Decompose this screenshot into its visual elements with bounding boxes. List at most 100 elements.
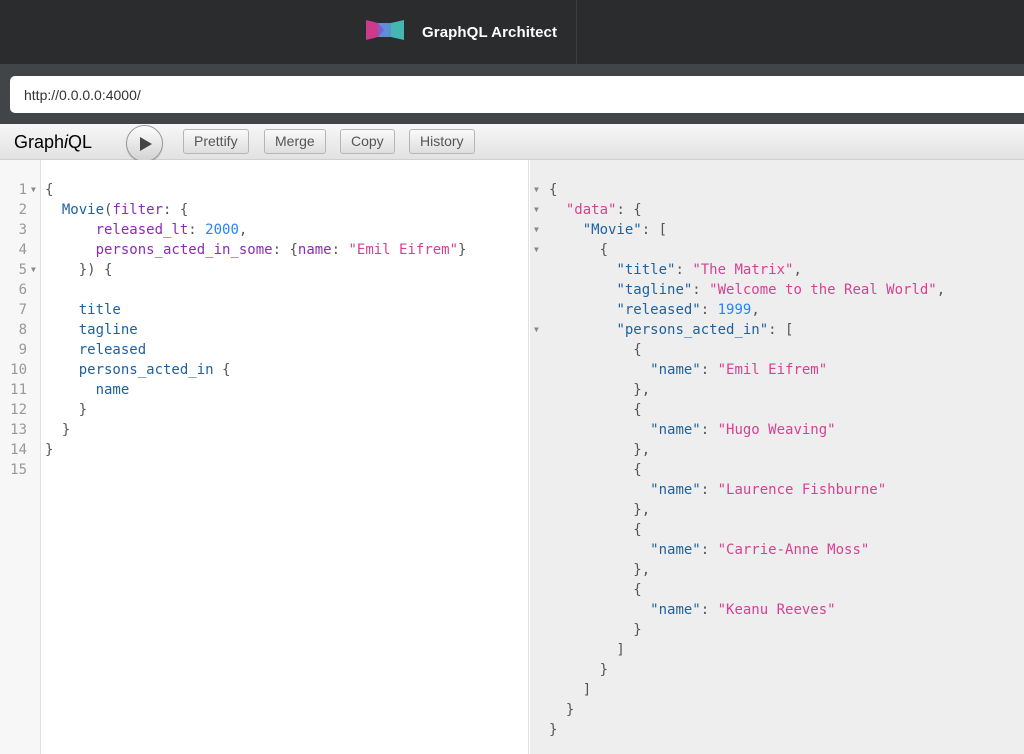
query-line: name: [45, 380, 130, 400]
url-bar: [0, 64, 1024, 124]
code-token: "name": [650, 602, 701, 618]
code-token: "released": [616, 302, 701, 318]
fold-arrow-icon[interactable]: ▼: [31, 260, 36, 280]
result-line: "name": "Emil Eifrem": [549, 360, 827, 380]
line-number: 13: [10, 422, 27, 438]
execute-query-button[interactable]: [126, 125, 163, 162]
code-token: :: [700, 602, 718, 618]
result-line: }: [549, 660, 608, 680]
result-viewer: ▼ ▼ ▼ ▼ ▼{ "data": { "Movie": [ { "title": "…: [530, 160, 1024, 754]
code-token: {: [549, 462, 642, 478]
code-token: persons_acted_in: [78, 362, 214, 378]
code-token: : {: [163, 202, 189, 218]
code-token: ,: [751, 302, 760, 318]
code-token: }: [549, 662, 609, 678]
query-editor[interactable]: 1 2 3 4 5 6 7 8 9 10 11 12 13 14 15 ▼ ▼ { Movie(filter: …: [0, 160, 529, 754]
code-token: "The Matrix": [692, 262, 794, 278]
header-divider: [576, 0, 577, 64]
query-line: tagline: [45, 320, 138, 340]
code-token: :: [700, 542, 718, 558]
code-token: filter: [112, 202, 164, 218]
code-token: }: [45, 442, 54, 458]
line-number: 5: [18, 262, 27, 278]
line-number: 8: [18, 322, 27, 338]
result-line: {: [549, 580, 641, 600]
code-token: ]: [549, 642, 625, 658]
result-line: "persons_acted_in": [: [549, 320, 793, 340]
query-line: }: [45, 440, 53, 460]
code-token: ,: [793, 262, 802, 278]
code-token: },: [549, 562, 651, 578]
code-token: "Welcome to the Real World": [709, 282, 937, 298]
line-number: 15: [10, 462, 27, 478]
merge-button[interactable]: Merge: [264, 129, 326, 154]
code-token: :: [700, 422, 718, 438]
fold-arrow-icon[interactable]: ▼: [534, 220, 539, 240]
code-token: {: [45, 182, 54, 198]
fold-arrow-icon[interactable]: ▼: [534, 240, 539, 260]
code-token: }: [458, 242, 467, 258]
result-line: "name": "Laurence Fishburne": [549, 480, 886, 500]
code-token: "Hugo Weaving": [717, 422, 836, 438]
code-token: "Emil Eifrem": [348, 242, 459, 258]
code-token: },: [549, 382, 651, 398]
query-line: title: [45, 300, 121, 320]
fold-arrow-icon[interactable]: ▼: [534, 180, 539, 200]
result-line: {: [549, 180, 557, 200]
line-number: 11: [10, 382, 27, 398]
code-token: "data": [565, 202, 617, 218]
line-number: 9: [18, 342, 27, 358]
result-line: }: [549, 700, 574, 720]
code-token: "title": [616, 262, 676, 278]
graphiql-toolbar: GraphiQL Prettify Merge Copy History: [0, 124, 1024, 162]
line-number: 2: [18, 202, 27, 218]
play-icon: [140, 137, 152, 151]
code-token: "Carrie-Anne Moss": [717, 542, 870, 558]
result-line: {: [549, 460, 642, 480]
result-line: {: [549, 520, 642, 540]
code-token: name: [297, 242, 332, 258]
line-number: 12: [10, 402, 27, 418]
line-number: 1: [18, 182, 27, 198]
fold-arrow-icon[interactable]: ▼: [534, 320, 539, 340]
copy-button[interactable]: Copy: [340, 129, 395, 154]
code-token: "name": [650, 362, 701, 378]
endpoint-url-input[interactable]: [10, 76, 1024, 113]
code-token: {: [549, 242, 609, 258]
result-line: },: [549, 440, 650, 460]
query-line: Movie(filter: {: [45, 200, 188, 220]
prettify-button[interactable]: Prettify: [183, 129, 249, 154]
line-number: 7: [18, 302, 27, 318]
code-token: {: [549, 522, 642, 538]
code-token: title: [78, 302, 121, 318]
fold-arrow-icon[interactable]: ▼: [534, 200, 539, 220]
query-line: }: [45, 400, 87, 420]
code-token: : [: [641, 222, 668, 238]
url-box: [10, 76, 1024, 113]
code-token: :: [675, 262, 693, 278]
line-number: 4: [18, 242, 27, 258]
code-token: Movie: [61, 202, 105, 218]
code-token: : {: [616, 202, 642, 218]
code-token: "Keanu Reeves": [717, 602, 836, 618]
app-header: GraphQL Architect: [0, 0, 1024, 64]
code-token: persons_acted_in_some: [95, 242, 273, 258]
code-token: }: [549, 702, 575, 718]
code-token: released_lt: [95, 222, 189, 238]
fold-arrow-icon[interactable]: ▼: [31, 180, 36, 200]
result-line: ]: [549, 680, 591, 700]
history-button[interactable]: History: [409, 129, 475, 154]
code-token: "name": [650, 422, 701, 438]
query-line: {: [45, 180, 53, 200]
line-number: 6: [18, 282, 27, 298]
graphql-architect-logo-icon: [366, 18, 404, 47]
